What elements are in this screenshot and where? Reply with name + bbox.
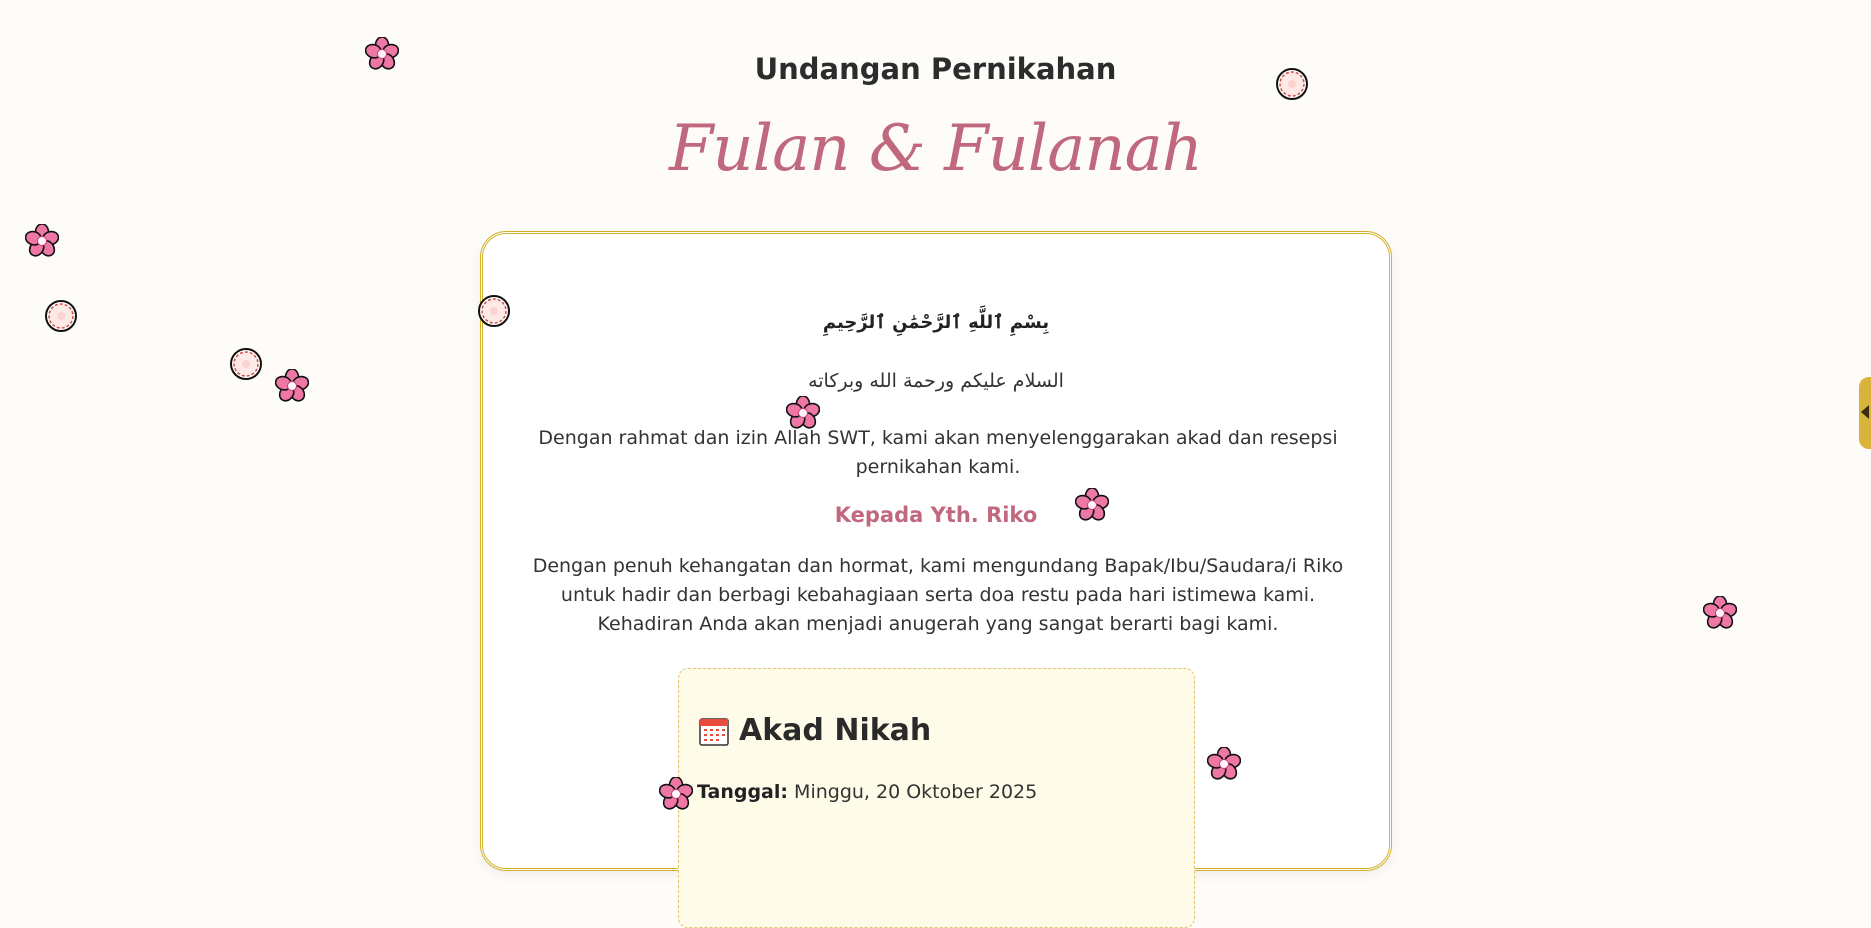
invitation-card: بِسْمِ ٱللَّهِ ٱلرَّحْمَٰنِ ٱلرَّحِيمِ ا…: [480, 231, 1392, 928]
recipient-name: Kepada Yth. Riko: [834, 503, 1038, 527]
flower-decoration-icon: [786, 396, 820, 430]
flower-decoration-icon: [1207, 747, 1241, 781]
flower-decoration-icon: [275, 369, 309, 403]
flower-decoration-icon: [659, 777, 693, 811]
event-title: Akad Nikah: [699, 713, 931, 748]
flower-decoration-icon: [1075, 488, 1109, 522]
flower-decoration-icon: [1703, 596, 1737, 630]
couple-names: Fulan & Fulanah: [669, 112, 1203, 186]
flower-decoration-icon: [365, 37, 399, 71]
invitation-body: Dengan penuh kehangatan dan hormat, kami…: [532, 555, 1344, 635]
salam-text: السلام عليكم ورحمة الله وبركاته: [808, 370, 1064, 392]
event-title-label: Akad Nikah: [739, 713, 932, 748]
flower-decoration-icon: [25, 224, 59, 258]
event-date: Tanggal: Minggu, 20 Oktober 2025: [697, 781, 1037, 803]
event-date-value: Minggu, 20 Oktober 2025: [794, 781, 1038, 803]
flower-decoration-icon: [45, 300, 77, 332]
chevron-left-icon: [1861, 405, 1869, 419]
flower-decoration-icon: [478, 295, 510, 327]
calendar-icon: [699, 716, 729, 746]
intro-text: Dengan rahmat dan izin Allah SWT, kami a…: [538, 427, 1338, 478]
flower-decoration-icon: [230, 348, 262, 380]
invitation-subtitle: Undangan Pernikahan: [754, 52, 1117, 86]
side-panel-toggle[interactable]: [1859, 377, 1871, 449]
bismillah-text: بِسْمِ ٱللَّهِ ٱلرَّحْمَٰنِ ٱلرَّحِيمِ: [822, 312, 1050, 333]
event-date-label: Tanggal:: [697, 781, 788, 803]
flower-decoration-icon: [1276, 68, 1308, 100]
event-akad-box: Akad Nikah Tanggal: Minggu, 20 Oktober 2…: [678, 668, 1195, 928]
